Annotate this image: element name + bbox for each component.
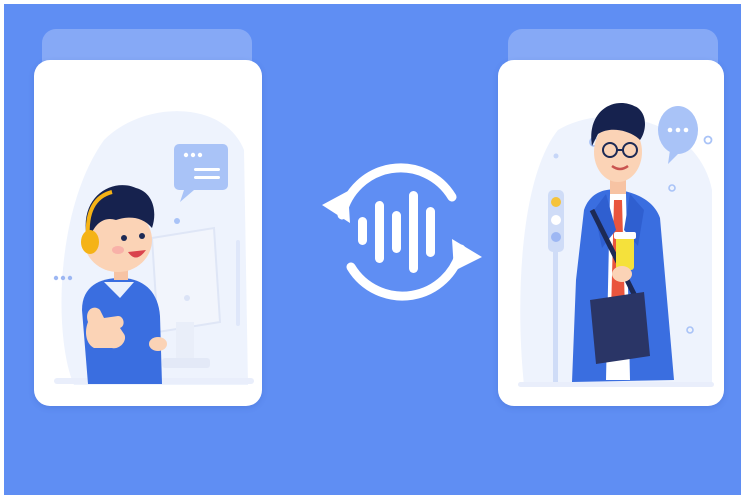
deco-bar [236, 240, 240, 326]
dots-icon [53, 275, 73, 281]
sound-wave-icon [358, 191, 435, 273]
right-card [498, 60, 724, 406]
floor-line [518, 382, 714, 387]
coffee-cup-icon [616, 236, 634, 270]
sync-arrow-left-icon [322, 191, 350, 223]
deco-dot [174, 218, 180, 224]
businessman-illustration [518, 102, 714, 387]
sync-arrow-right-icon [452, 239, 482, 271]
voice-wave-sync-icon [322, 163, 482, 301]
banner-canvas [4, 4, 741, 495]
boy-illustration [53, 111, 254, 385]
left-card [34, 60, 262, 406]
deco-ring [703, 135, 713, 145]
deco-dot [553, 153, 559, 159]
